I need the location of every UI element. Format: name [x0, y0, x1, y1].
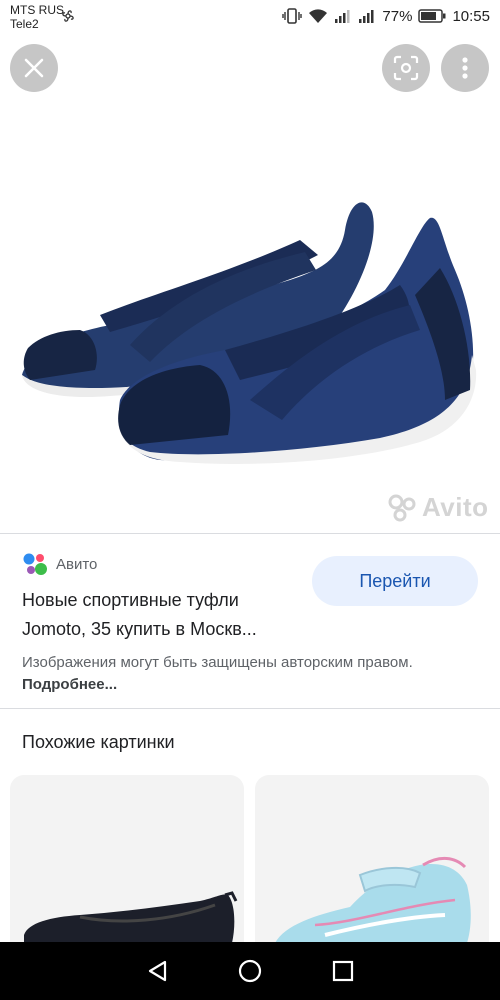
vibrate-icon: [282, 8, 303, 24]
avito-watermark-icon: [388, 494, 416, 521]
more-vert-icon: [462, 57, 468, 79]
product-shoes-image: [22, 202, 477, 464]
title-line-1: Новые спортивные туфли: [22, 590, 239, 610]
status-icons: 77% 10:55: [282, 6, 490, 26]
avito-logo-icon: [23, 553, 47, 575]
image-preview[interactable]: Avito: [0, 100, 500, 530]
divider-middle: [0, 708, 500, 709]
carrier-name-2: Tele2: [10, 17, 39, 31]
similar-shoe-black-image: [24, 891, 238, 943]
carrier-name-1: MTS RUS: [10, 3, 64, 17]
home-icon: [238, 959, 262, 983]
wifi-icon: [309, 9, 328, 23]
clock: 10:55: [452, 7, 490, 25]
back-button[interactable]: [142, 956, 172, 986]
back-icon: [148, 960, 166, 982]
recents-icon: [333, 960, 354, 982]
learn-more-link[interactable]: Подробнее...: [22, 676, 117, 693]
title-line-2: Jomoto, 35 купить в Москв...: [22, 619, 257, 639]
carrier-info: MTS RUS Tele2: [10, 3, 64, 31]
recents-button[interactable]: [328, 956, 358, 986]
more-options-button[interactable]: [441, 44, 489, 92]
fan-icon: [62, 10, 74, 22]
source-row: Авито: [22, 551, 97, 577]
signal-2-icon: [359, 10, 374, 23]
battery-icon: [418, 9, 446, 23]
status-bar: MTS RUS Tele2 77% 10:55: [0, 0, 500, 34]
close-icon: [24, 58, 44, 78]
similar-image-card[interactable]: [255, 775, 489, 955]
divider-top: [0, 533, 500, 534]
watermark-text: Avito: [422, 492, 489, 522]
copyright-notice: Изображения могут быть защищены авторски…: [22, 652, 482, 696]
close-button[interactable]: [10, 44, 58, 92]
source-name: Авито: [56, 555, 98, 573]
lens-icon: [393, 55, 419, 81]
result-title[interactable]: Новые спортивные туфли Jomoto, 35 купить…: [22, 586, 312, 644]
lens-button[interactable]: [382, 44, 430, 92]
watermark: Avito: [388, 492, 489, 523]
similar-image-card[interactable]: [10, 775, 244, 955]
similar-shoe-blue-image: [275, 857, 471, 943]
similar-images-heading: Похожие картинки: [22, 732, 175, 752]
home-button[interactable]: [235, 956, 265, 986]
navigation-bar: [0, 942, 500, 1000]
signal-1-icon: [335, 10, 350, 23]
battery-percent: 77%: [382, 7, 413, 25]
copyright-text: Изображения могут быть защищены авторски…: [22, 654, 413, 671]
visit-button[interactable]: Перейти: [312, 556, 478, 606]
